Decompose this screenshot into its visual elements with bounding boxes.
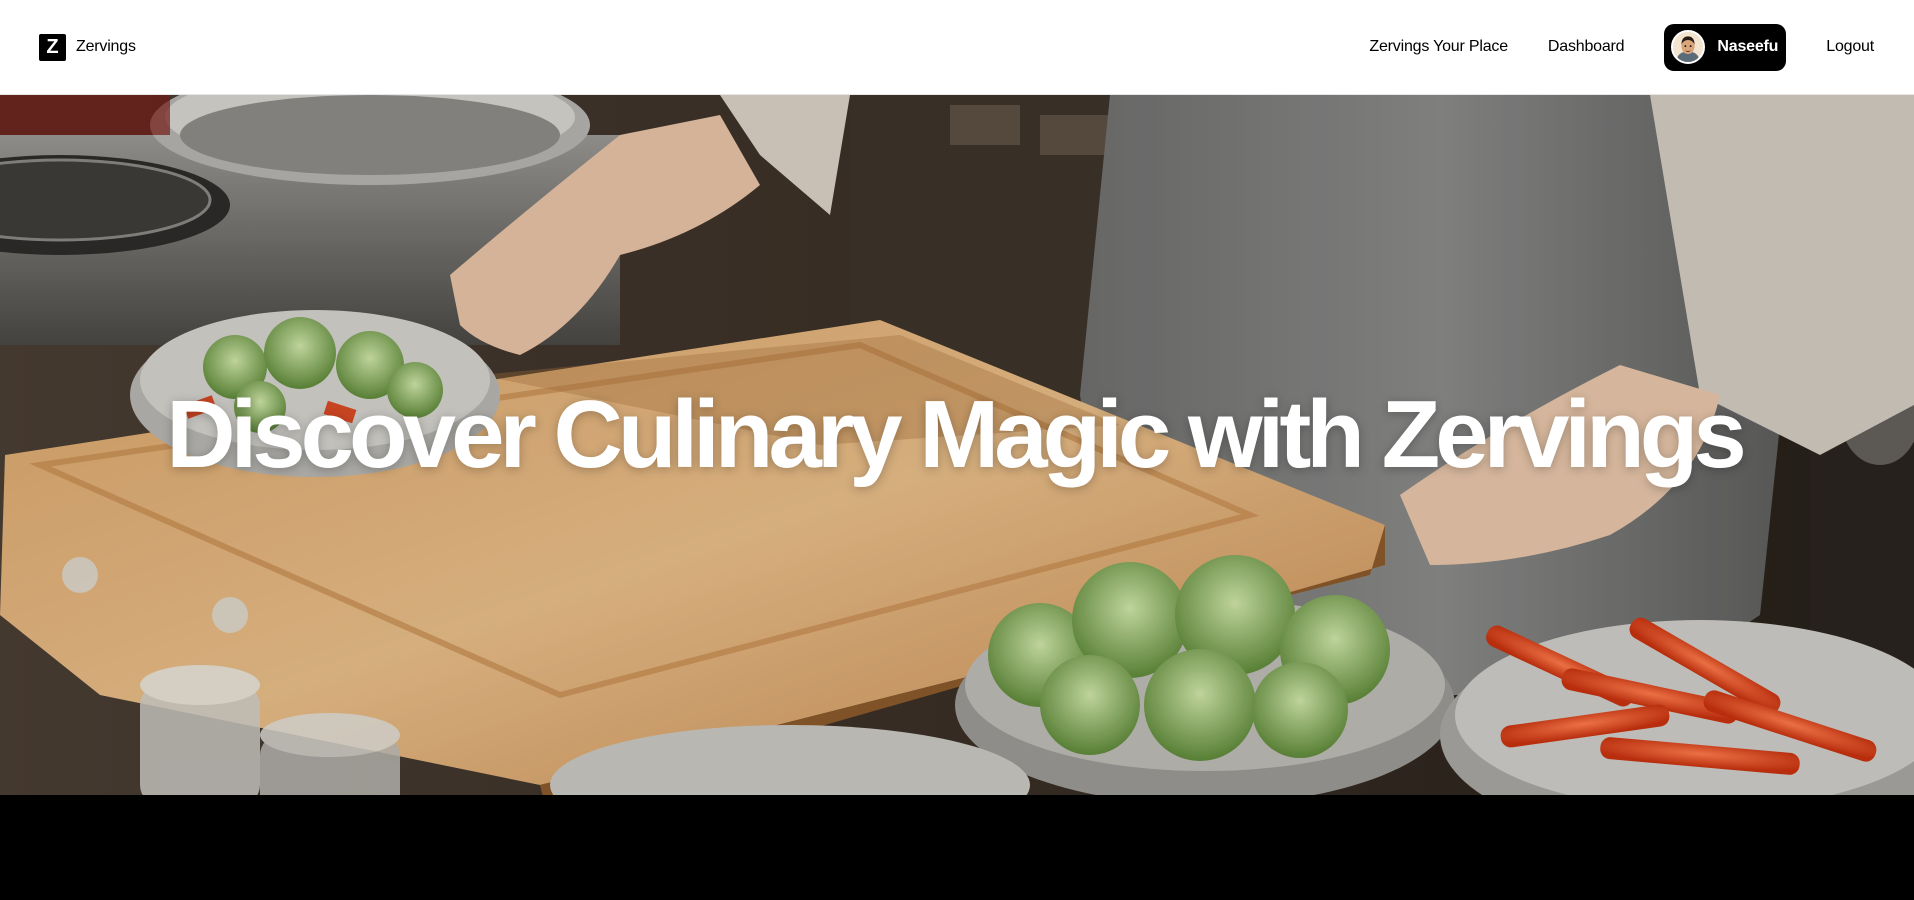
hero-banner: Discover Culinary Magic with Zervings — [0, 95, 1914, 795]
brand-logo-link[interactable]: Z Zervings — [39, 33, 136, 61]
nav-link-dashboard[interactable]: Dashboard — [1548, 38, 1625, 56]
user-profile-button[interactable]: Naseefu — [1664, 23, 1787, 71]
page-bottom-band — [0, 795, 1914, 900]
brand-logo-icon: Z — [39, 33, 66, 61]
brand-name: Zervings — [76, 38, 136, 55]
nav-link-your-place[interactable]: Zervings Your Place — [1369, 38, 1508, 56]
top-navigation-bar: Z Zervings Zervings Your Place Dashboard… — [0, 0, 1914, 95]
user-avatar-icon — [1673, 32, 1704, 62]
logout-link[interactable]: Logout — [1826, 38, 1874, 56]
hero-title: Discover Culinary Magic with Zervings — [166, 381, 1746, 488]
avatar — [1671, 30, 1706, 64]
user-name: Naseefu — [1717, 38, 1779, 55]
main-nav: Zervings Your Place Dashboard Naseefu Lo… — [1369, 23, 1874, 71]
